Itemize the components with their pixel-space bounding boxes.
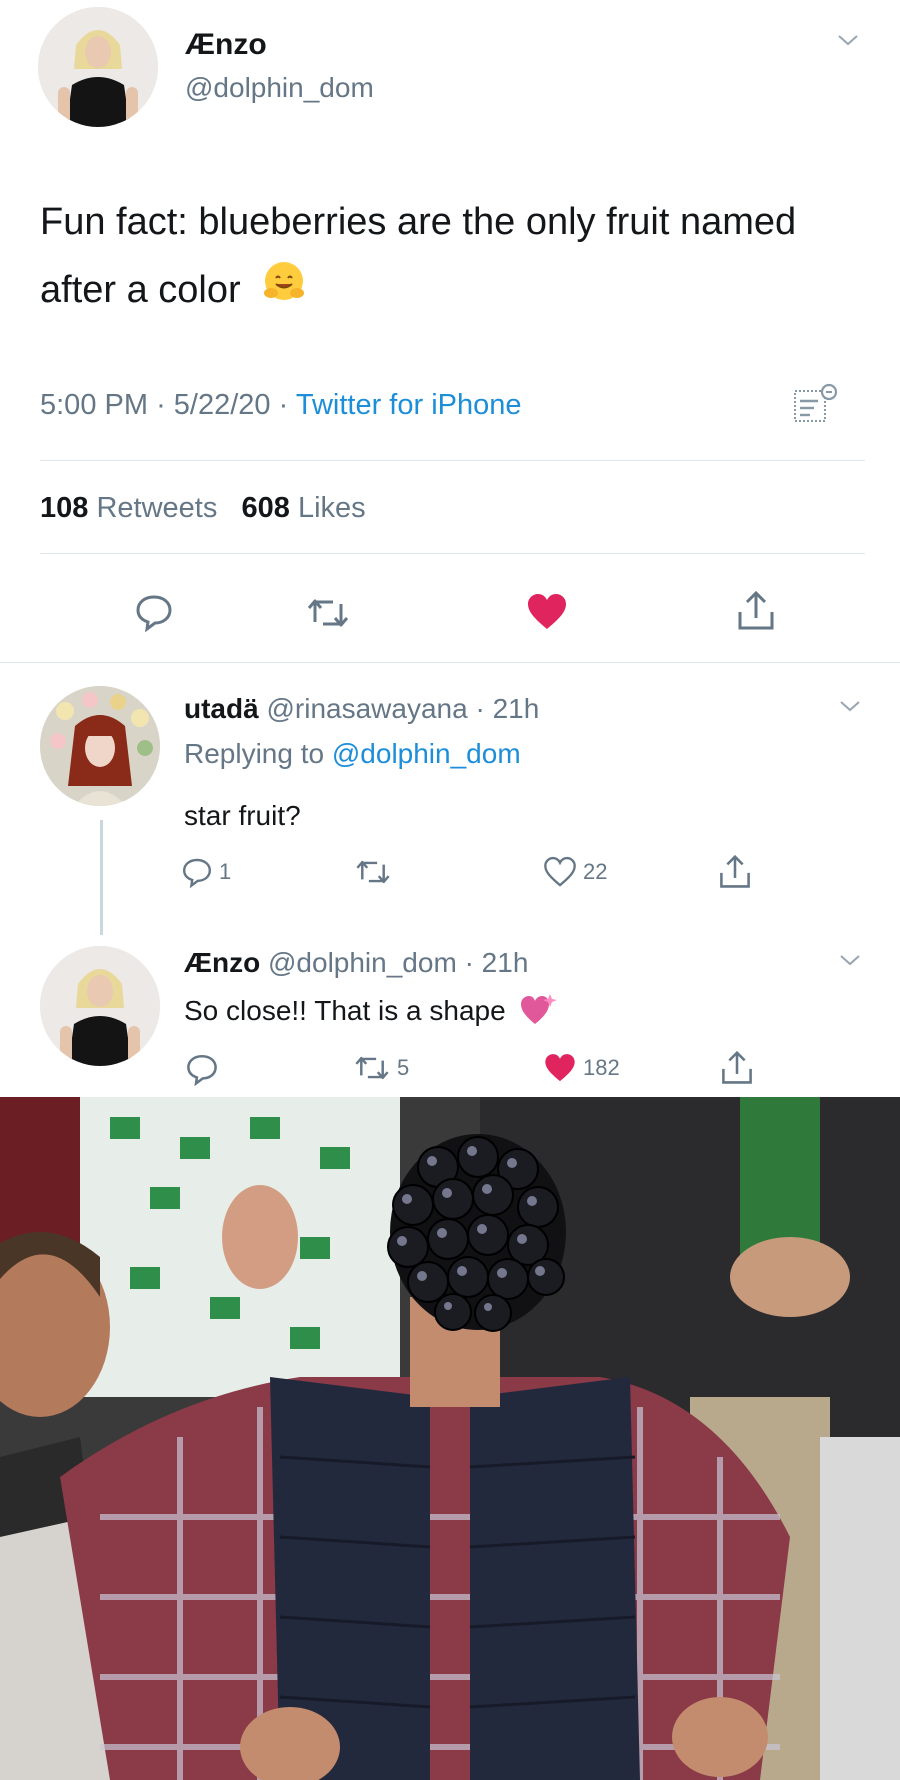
reply-action[interactable]: 1 — [181, 856, 231, 888]
heart-icon — [544, 856, 576, 887]
retweet-icon — [355, 1056, 389, 1080]
retweet-count: 108 — [40, 492, 89, 524]
meme-photo — [0, 1097, 900, 1780]
reply-author-handle[interactable]: @rinasawayana — [266, 693, 467, 724]
retweet-icon — [356, 860, 390, 884]
comment-icon — [182, 858, 212, 888]
reply-author-avatar[interactable] — [40, 946, 160, 1066]
like-count: 22 — [583, 859, 608, 884]
reply-action[interactable] — [185, 1052, 225, 1086]
comment-icon — [187, 1054, 217, 1086]
blackberry-icon — [387, 1134, 566, 1332]
tweet-text-body: Fun fact: blueberries are the only fruit… — [40, 201, 797, 312]
reply-text-body: So close!! That is a shape — [184, 994, 506, 1026]
meta-separator: · — [475, 693, 485, 724]
reply-text: So close!! That is a shape — [184, 992, 558, 1033]
heart-icon[interactable] — [525, 592, 569, 632]
replying-prefix: Replying to — [184, 738, 325, 769]
tweet-time[interactable]: 5:00 PM — [40, 389, 148, 421]
hugging-face-emoji — [261, 258, 307, 326]
like-count: 182 — [583, 1055, 620, 1080]
reply-count: 1 — [219, 859, 232, 884]
reply-text: star fruit? — [184, 800, 301, 831]
author-handle[interactable]: @dolphin_dom — [185, 72, 374, 104]
analytics-icon[interactable] — [792, 383, 838, 425]
share-icon[interactable] — [718, 854, 752, 890]
like-count-link[interactable]: 608 Likes — [242, 492, 366, 524]
like-action[interactable]: 22 — [543, 856, 607, 888]
tweet-date[interactable]: 5/22/20 — [174, 389, 271, 421]
reply-author-name[interactable]: Ænzo — [184, 947, 260, 978]
retweet-count-link[interactable]: 108 Retweets — [40, 492, 217, 524]
thread-connector — [100, 820, 103, 935]
reply-age[interactable]: 21h — [482, 947, 529, 978]
comment-icon[interactable] — [134, 592, 174, 632]
divider — [0, 662, 900, 663]
reply-header: utadä @rinasawayana · 21h — [184, 693, 539, 725]
retweet-action[interactable] — [354, 858, 398, 886]
replying-to: Replying to @dolphin_dom — [184, 738, 521, 770]
chevron-down-icon[interactable] — [838, 698, 862, 714]
tweet-text: Fun fact: blueberries are the only fruit… — [40, 188, 870, 327]
retweet-action[interactable]: 5 — [353, 1054, 409, 1082]
meta-separator: · — [278, 389, 289, 421]
tweet-source[interactable]: Twitter for iPhone — [296, 389, 522, 421]
author-name[interactable]: Ænzo — [185, 28, 267, 62]
reply-header: Ænzo @dolphin_dom · 21h — [184, 947, 528, 979]
chevron-down-icon[interactable] — [838, 952, 862, 968]
heart-icon — [545, 1054, 575, 1082]
reply-author-name[interactable]: utadä — [184, 693, 259, 724]
retweet-label: Retweets — [96, 492, 218, 524]
chevron-down-icon[interactable] — [836, 32, 860, 48]
like-action[interactable]: 182 — [543, 1052, 620, 1084]
retweet-icon[interactable] — [305, 596, 351, 630]
engagement-counts: 108 Retweets 608 Likes — [40, 492, 366, 525]
divider — [40, 460, 865, 461]
divider — [40, 553, 865, 554]
share-icon[interactable] — [720, 1050, 754, 1086]
tweet-meta: 5:00 PM · 5/22/20 · Twitter for iPhone — [40, 389, 522, 422]
replying-to-handle[interactable]: @dolphin_dom — [332, 738, 521, 769]
retweet-count: 5 — [397, 1055, 410, 1080]
like-count: 608 — [241, 492, 290, 524]
meta-separator: · — [464, 947, 474, 978]
reply-author-handle[interactable]: @dolphin_dom — [268, 947, 457, 978]
share-icon[interactable] — [736, 590, 776, 632]
meta-separator: · — [156, 389, 166, 421]
like-label: Likes — [297, 492, 366, 524]
reply-author-avatar[interactable] — [40, 686, 160, 806]
heart-sparkle-emoji — [519, 992, 558, 1033]
author-avatar[interactable] — [38, 7, 158, 127]
reply-age[interactable]: 21h — [493, 693, 540, 724]
